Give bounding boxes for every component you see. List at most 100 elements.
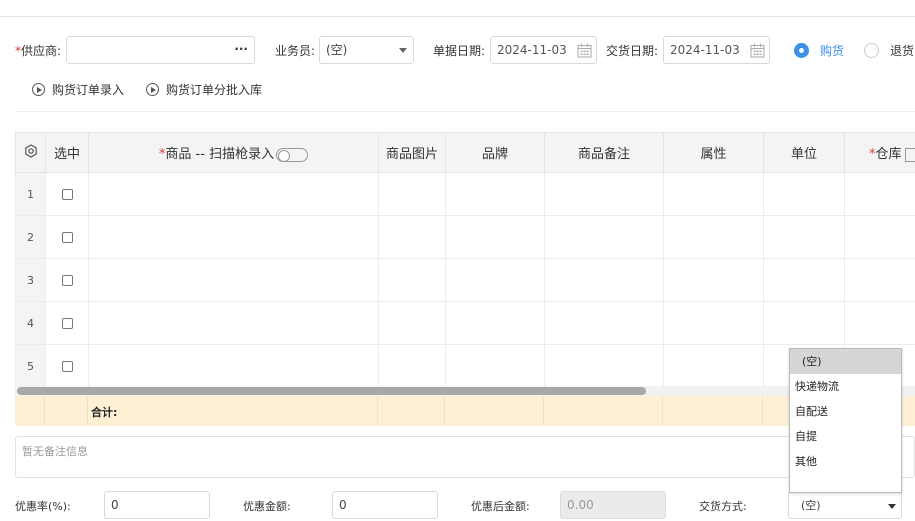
row-checkbox[interactable] [61,232,73,243]
batch-stock-in-button[interactable]: 购货订单分批入库 [146,81,262,98]
table-row: 2 [15,215,915,259]
play-circle-icon [32,83,45,96]
doc-date-label: 单据日期: [433,44,486,58]
dropdown-option[interactable]: 其他 [790,449,901,474]
row-number: 4 [15,301,46,345]
col-product: *商品 -- 扫描枪录入 [88,132,379,173]
col-warehouse: *仓库 [844,132,915,173]
order-entry-label: 购货订单录入 [52,83,125,97]
scanner-toggle[interactable] [276,147,309,162]
top-divider [0,16,915,17]
cell-brand [445,301,545,345]
row-checkbox[interactable] [61,361,73,372]
cell-image [378,215,446,259]
batch-stock-in-label: 购货订单分批入库 [166,83,263,97]
doc-date-input[interactable]: 2024-11-03 [490,36,597,64]
row-select [45,215,89,259]
discount-rate-input[interactable]: 0 [104,491,210,519]
cell-product[interactable] [88,301,379,345]
radio-return[interactable] [864,43,879,58]
salesman-select[interactable]: (空) [319,36,414,64]
total-row: 合计: [15,396,915,426]
grid-settings-cell[interactable] [15,132,46,173]
row-checkbox[interactable] [61,275,73,286]
row-number: 3 [15,258,46,302]
cell-image [378,301,446,345]
row-checkbox[interactable] [61,189,73,200]
cell-unit[interactable] [763,172,845,216]
cell-image [378,172,446,216]
dropdown-option[interactable]: 自配送 [790,399,901,424]
table-row: 5 [15,344,915,388]
after-discount-input: 0.00 [560,491,666,519]
cell-product[interactable] [88,215,379,259]
col-brand: 品牌 [445,132,545,173]
supplier-more-button[interactable]: ··· [234,42,248,56]
cell-remark[interactable] [544,258,664,302]
discount-amount-input[interactable]: 0 [332,491,438,519]
delivery-method-select[interactable]: (空) [788,492,902,519]
scrollbar-thumb[interactable] [17,387,646,395]
cell-unit[interactable] [763,258,845,302]
radio-purchase-label[interactable]: 购货 [820,42,844,59]
salesman-label: 业务员: [275,44,316,58]
radio-purchase[interactable] [794,43,809,58]
cell-unit[interactable] [763,301,845,345]
cell-attribute [663,344,764,388]
dropdown-option[interactable]: 快递物流 [790,374,901,399]
cell-brand [445,215,545,259]
row-select [45,344,89,388]
col-image: 商品图片 [378,132,446,173]
grid-header-row: 选中 *商品 -- 扫描枪录入 商品图片 品牌 商品备注 属性 单位 *仓库 [15,132,915,173]
cell-attribute [663,301,764,345]
after-discount-label: 优惠后金额: [471,500,530,513]
order-entry-button[interactable]: 购货订单录入 [32,81,124,98]
calendar-icon[interactable] [577,43,592,58]
cell-remark[interactable] [544,301,664,345]
delivery-method-dropdown: (空) 快递物流 自配送 自提 其他 [789,348,902,493]
cell-warehouse[interactable] [844,301,915,345]
chevron-down-icon [399,48,407,53]
gear-icon[interactable] [24,143,38,158]
table-row: 4 [15,301,915,345]
row-number: 2 [15,215,46,259]
memo-textarea[interactable]: 暂无备注信息 [15,436,915,478]
cell-image [378,344,446,388]
calendar-icon[interactable] [750,43,765,58]
cell-remark[interactable] [544,172,664,216]
warehouse-batch-icon[interactable] [904,147,915,162]
discount-amount-label: 优惠金额: [243,500,291,513]
cell-remark[interactable] [544,215,664,259]
chevron-down-icon [888,504,896,509]
cell-brand [445,258,545,302]
row-select [45,301,89,345]
cell-image [378,258,446,302]
cell-product[interactable] [88,258,379,302]
row-select [45,172,89,216]
supplier-field[interactable]: ··· [66,36,255,64]
cell-warehouse[interactable] [844,215,915,259]
delivery-date-label: 交货日期: [606,44,659,58]
row-checkbox[interactable] [61,318,73,329]
col-unit: 单位 [763,132,845,173]
table-row: 3 [15,258,915,302]
dropdown-option[interactable]: 自提 [790,424,901,449]
row-number: 5 [15,344,46,388]
cell-product[interactable] [88,172,379,216]
delivery-date-input[interactable]: 2024-11-03 [663,36,770,64]
row-number: 1 [15,172,46,216]
radio-return-label[interactable]: 退货 [890,42,914,59]
cell-brand [445,172,545,216]
cell-warehouse[interactable] [844,172,915,216]
dropdown-option[interactable]: (空) [790,349,901,374]
cell-attribute [663,215,764,259]
cell-remark[interactable] [544,344,664,388]
cell-unit[interactable] [763,215,845,259]
table-row: 1 [15,172,915,216]
cell-product[interactable] [88,344,379,388]
col-select: 选中 [45,132,89,173]
cell-brand [445,344,545,388]
section-divider [15,111,915,112]
cell-warehouse[interactable] [844,258,915,302]
discount-rate-label: 优惠率(%): [15,500,71,513]
